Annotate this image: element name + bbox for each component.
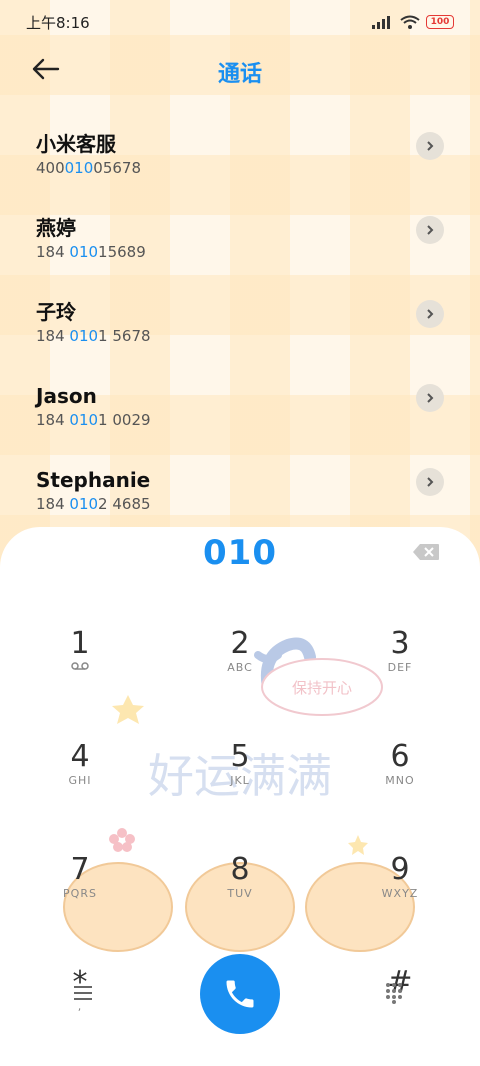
contact-name: Stephanie bbox=[36, 468, 151, 492]
signal-icon bbox=[372, 16, 390, 29]
dial-key-digit: 3 bbox=[390, 626, 410, 661]
dial-key-9[interactable]: 9 WXYZ bbox=[340, 853, 460, 933]
menu-icon bbox=[74, 986, 92, 1000]
status-time: 上午8:16 bbox=[26, 13, 90, 32]
dial-key-1[interactable]: 1 bbox=[20, 627, 140, 707]
chevron-right-icon bbox=[427, 141, 434, 151]
contact-number: 184 01015689 bbox=[36, 243, 146, 261]
phone-icon bbox=[226, 980, 254, 1008]
detail-button[interactable] bbox=[416, 216, 444, 244]
flower-icon bbox=[109, 828, 135, 852]
dial-key-letters: GHI bbox=[68, 774, 92, 787]
bottom-bar bbox=[0, 948, 480, 1066]
contact-number: 40001005678 bbox=[36, 159, 141, 177]
menu-button[interactable] bbox=[72, 984, 98, 1006]
dial-key-5[interactable]: 5 JKL bbox=[180, 740, 300, 820]
contact-number: 184 0101 5678 bbox=[36, 327, 151, 345]
detail-button[interactable] bbox=[416, 132, 444, 160]
contact-list: 小米客服 40001005678 燕婷 184 01015689 子玲 184 … bbox=[0, 116, 480, 536]
small-star-icon bbox=[348, 835, 368, 855]
battery-icon: 100 bbox=[426, 15, 454, 29]
header: 通话 bbox=[0, 44, 480, 100]
status-bar: 上午8:16 100 bbox=[0, 0, 480, 44]
dial-key-letters: DEF bbox=[387, 661, 413, 674]
dial-key-letters: MNO bbox=[385, 774, 415, 787]
chevron-right-icon bbox=[427, 477, 434, 487]
contact-row[interactable]: Stephanie 184 0102 4685 bbox=[0, 452, 480, 536]
contact-row[interactable]: 小米客服 40001005678 bbox=[0, 116, 480, 200]
dial-key-digit: 4 bbox=[70, 739, 90, 774]
dial-key-digit: 7 bbox=[70, 852, 90, 887]
contact-name: 小米客服 bbox=[36, 132, 116, 156]
contact-name: 子玲 bbox=[36, 300, 76, 324]
dial-key-4[interactable]: 4 GHI bbox=[20, 740, 140, 820]
dialpad-toggle-button[interactable] bbox=[384, 982, 406, 1006]
contact-row[interactable]: 子玲 184 0101 5678 bbox=[0, 284, 480, 368]
dial-key-letters: WXYZ bbox=[381, 887, 419, 900]
dial-key-digit: 9 bbox=[390, 852, 410, 887]
contact-row[interactable]: 燕婷 184 01015689 bbox=[0, 200, 480, 284]
chevron-right-icon bbox=[427, 225, 434, 235]
page-title: 通话 bbox=[217, 62, 262, 87]
dial-key-7[interactable]: 7 PQRS bbox=[20, 853, 140, 933]
dialpad-icon bbox=[386, 983, 402, 1004]
dial-key-digit: 5 bbox=[230, 739, 250, 774]
dial-key-digit: 2 bbox=[230, 626, 250, 661]
detail-button[interactable] bbox=[416, 468, 444, 496]
dial-key-6[interactable]: 6 MNO bbox=[340, 740, 460, 820]
voicemail-icon bbox=[20, 661, 140, 675]
dial-key-2[interactable]: 2 ABC bbox=[180, 627, 300, 707]
status-icons: 100 bbox=[372, 15, 454, 29]
dial-key-8[interactable]: 8 TUV bbox=[180, 853, 300, 933]
wifi-icon bbox=[400, 15, 420, 29]
dial-key-digit: 6 bbox=[390, 739, 410, 774]
call-button[interactable] bbox=[200, 954, 280, 1034]
dial-key-letters: JKL bbox=[230, 774, 250, 787]
dial-key-3[interactable]: 3 DEF bbox=[340, 627, 460, 707]
dial-key-letters: ABC bbox=[227, 661, 253, 674]
dial-key-digit: 1 bbox=[70, 626, 90, 661]
chevron-right-icon bbox=[427, 393, 434, 403]
dial-key-letters: PQRS bbox=[63, 887, 97, 900]
detail-button[interactable] bbox=[416, 384, 444, 412]
contact-number: 184 0101 0029 bbox=[36, 411, 151, 429]
contact-name: Jason bbox=[36, 384, 97, 408]
dial-key-letters: TUV bbox=[227, 887, 253, 900]
contact-row[interactable]: Jason 184 0101 0029 bbox=[0, 368, 480, 452]
contact-number: 184 0102 4685 bbox=[36, 495, 151, 513]
detail-button[interactable] bbox=[416, 300, 444, 328]
chevron-right-icon bbox=[427, 309, 434, 319]
dial-key-digit: 8 bbox=[230, 852, 250, 887]
contact-name: 燕婷 bbox=[36, 216, 76, 240]
